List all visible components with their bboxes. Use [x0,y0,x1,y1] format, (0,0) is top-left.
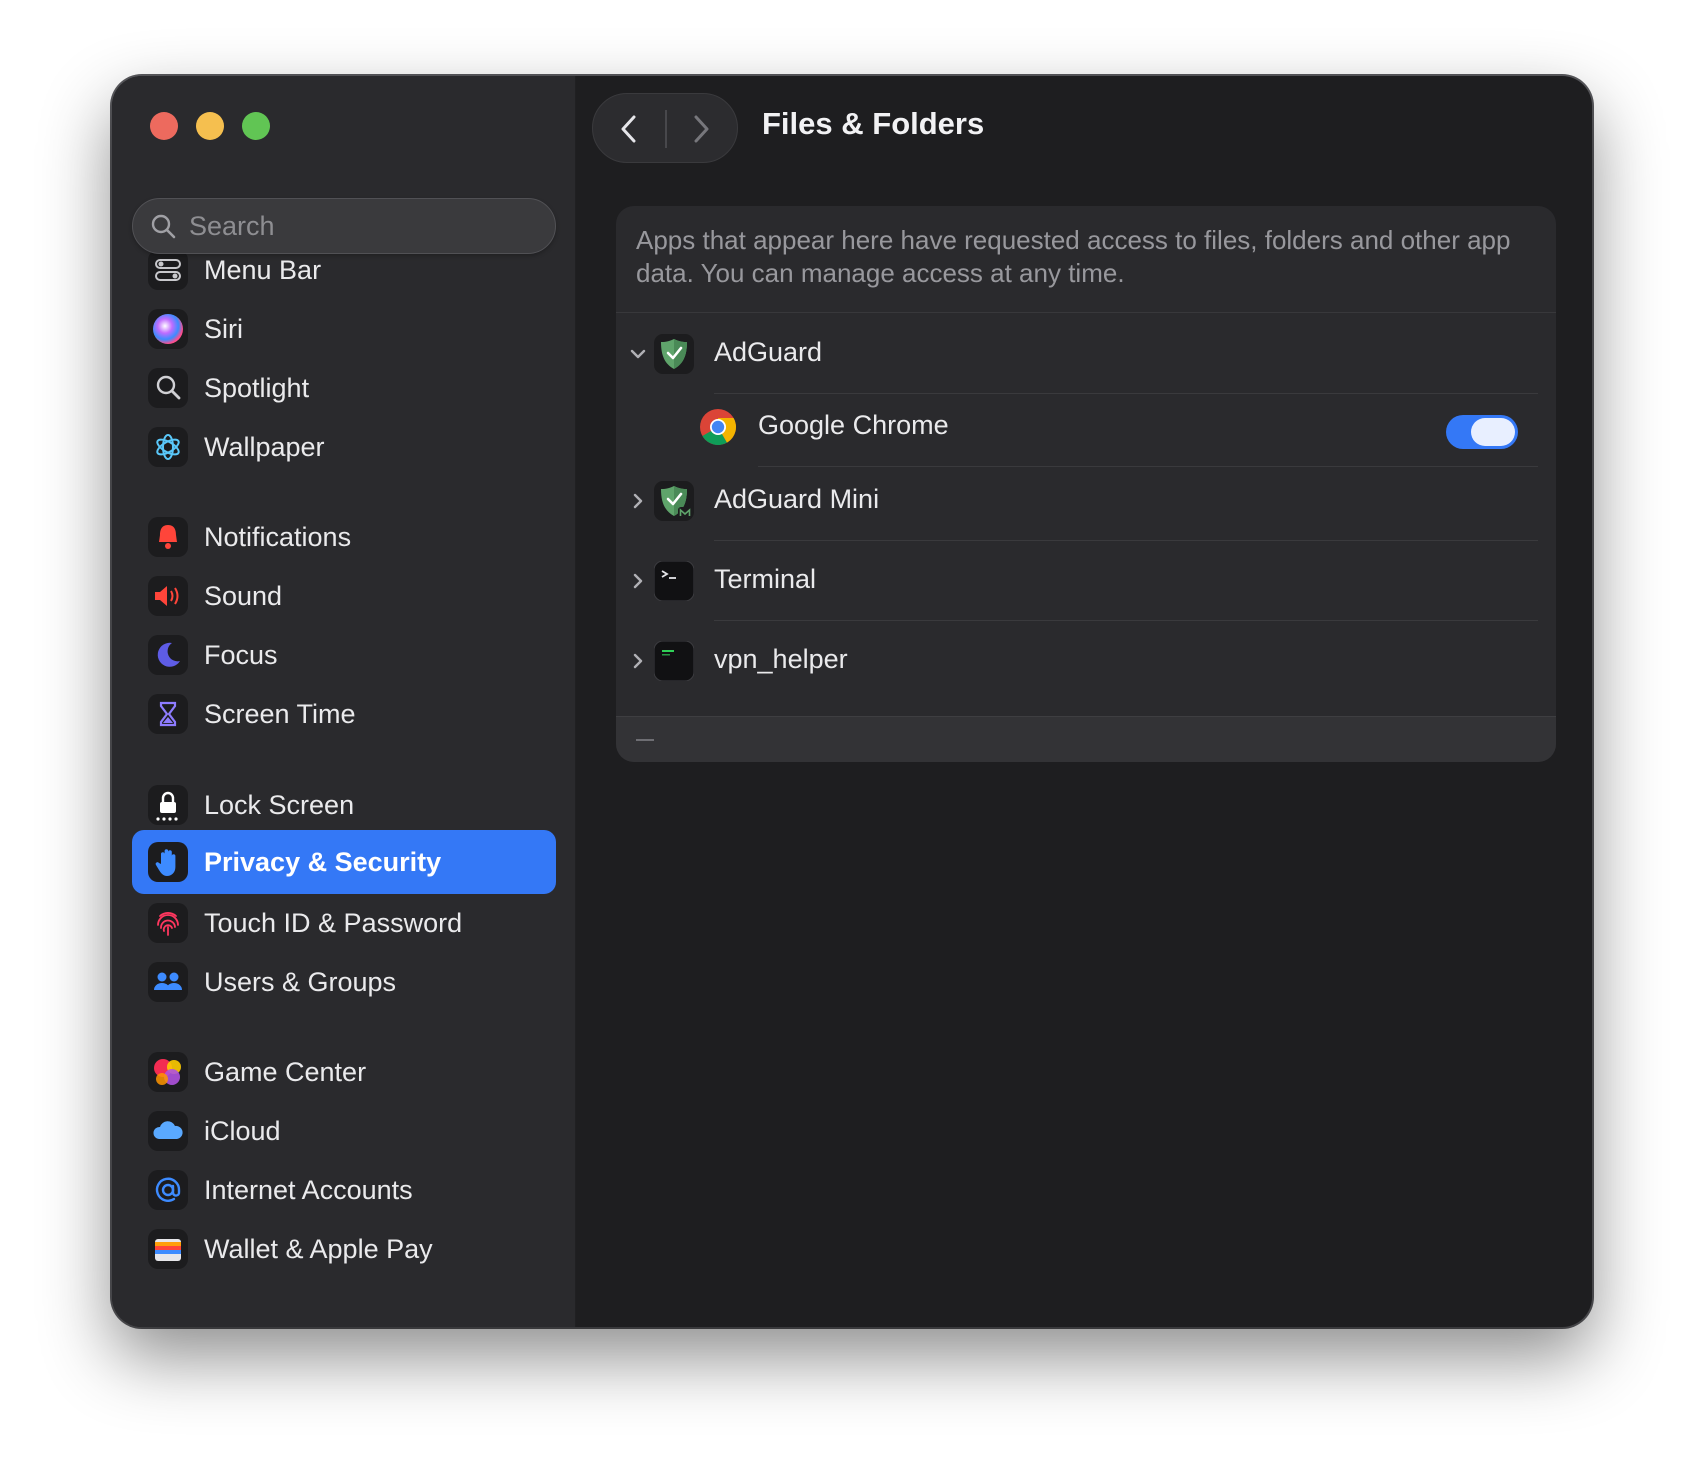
sidebar-item-icloud[interactable]: iCloud [132,1099,556,1163]
speaker-icon [148,576,188,616]
moon-icon [148,635,188,675]
chevron-right-icon [633,573,643,589]
chevron-left-icon [621,115,636,143]
sidebar: Search Menu Bar Siri Spotlight Wallpaper… [112,76,576,1327]
search-placeholder: Search [189,210,275,241]
forward-button[interactable] [665,94,737,164]
sidebar-item-label: Screen Time [204,698,356,729]
sidebar-item-notifications[interactable]: Notifications [132,505,556,569]
sidebar-item-label: Users & Groups [204,966,397,997]
app-name: Terminal [714,564,817,594]
sidebar-item-label: iCloud [204,1115,281,1146]
minus-icon [636,739,654,741]
toggle-knob [1471,418,1515,446]
app-name: Google Chrome [758,410,949,440]
sidebar-item-label: Focus [204,639,278,670]
panel-description: Apps that appear here have requested acc… [636,225,1511,288]
sidebar-item-label: Menu Bar [204,254,322,285]
app-row-google-chrome[interactable]: Google Chrome [616,387,1556,467]
wallet-icon [148,1229,188,1269]
sidebar-item-siri[interactable]: Siri [132,297,556,361]
sidebar-item-label: Internet Accounts [204,1174,413,1205]
app-name: vpn_helper [714,644,848,674]
sidebar-item-label: Privacy & Security [204,846,442,877]
spotlight-icon [148,368,188,408]
at-icon [148,1170,188,1210]
adguard-mini-icon [654,481,694,521]
chevron-right-icon [633,653,643,669]
sidebar-item-label: Sound [204,580,283,611]
siri-icon [148,309,188,349]
adguard-shield-icon [654,334,694,374]
sidebar-item-label: Notifications [204,521,352,552]
search-icon [151,214,176,239]
sidebar-item-game-center[interactable]: Game Center [132,1040,556,1104]
lock-icon [148,785,188,825]
files-folders-panel: Apps that appear here have requested acc… [616,206,1556,762]
bell-icon [148,517,188,557]
exec-icon [654,641,694,681]
sidebar-item-internet-accounts[interactable]: Internet Accounts [132,1158,556,1222]
sidebar-item-wallet[interactable]: Wallet & Apple Pay [132,1217,556,1281]
divider [616,312,1556,313]
app-name: AdGuard [714,337,823,367]
navigation-buttons [592,93,738,163]
back-button[interactable] [593,94,665,164]
page-title: Files & Folders [762,106,985,141]
hand-icon [148,842,188,882]
app-name: AdGuard Mini [714,484,880,514]
access-toggle[interactable] [1446,415,1518,449]
chevron-down-icon [630,349,646,359]
disclosure-button[interactable] [624,647,652,675]
sidebar-item-screen-time[interactable]: Screen Time [132,682,556,746]
app-row-terminal[interactable]: Terminal [616,541,1556,621]
sidebar-item-label: Wallpaper [204,431,325,462]
sidebar-item-label: Lock Screen [204,789,355,820]
disclosure-button[interactable] [624,567,652,595]
sidebar-item-label: Touch ID & Password [204,907,463,938]
chevron-right-icon [633,493,643,509]
sidebar-item-lock-screen[interactable]: Lock Screen [132,773,556,837]
sidebar-item-touch-id[interactable]: Touch ID & Password [132,891,556,955]
sidebar-item-focus[interactable]: Focus [132,623,556,687]
users-icon [148,962,188,1002]
search-field[interactable]: Search [132,198,556,254]
sidebar-list: Menu Bar Siri Spotlight Wallpaper Notifi… [112,76,575,1327]
menu-bar-icon [148,250,188,290]
chrome-icon [700,409,737,446]
sidebar-item-spotlight[interactable]: Spotlight [132,356,556,420]
sidebar-item-users-groups[interactable]: Users & Groups [132,950,556,1014]
disclosure-button[interactable] [624,487,652,515]
app-row-adguard[interactable]: AdGuard [616,314,1556,394]
sidebar-item-label: Siri [204,313,243,344]
sidebar-item-sound[interactable]: Sound [132,564,556,628]
wallpaper-icon [148,427,188,467]
fingerprint-icon [148,903,188,943]
app-row-vpn-helper[interactable]: vpn_helper [616,621,1556,701]
app-row-adguard-mini[interactable]: AdGuard Mini [616,461,1556,541]
settings-window: Search Menu Bar Siri Spotlight Wallpaper… [112,76,1592,1327]
chevron-right-icon [694,115,709,143]
sidebar-item-label: Wallet & Apple Pay [204,1233,433,1264]
remove-button[interactable] [628,723,662,757]
hourglass-icon [148,694,188,734]
disclosure-button[interactable] [624,340,652,368]
sidebar-item-label: Game Center [204,1056,367,1087]
sidebar-item-label: Spotlight [204,372,310,403]
game-center-icon [148,1052,188,1092]
panel-footer [616,716,1556,762]
sidebar-item-privacy-security[interactable]: Privacy & Security [132,830,556,894]
terminal-icon [654,561,694,601]
sidebar-item-wallpaper[interactable]: Wallpaper [132,415,556,479]
cloud-icon [148,1111,188,1151]
